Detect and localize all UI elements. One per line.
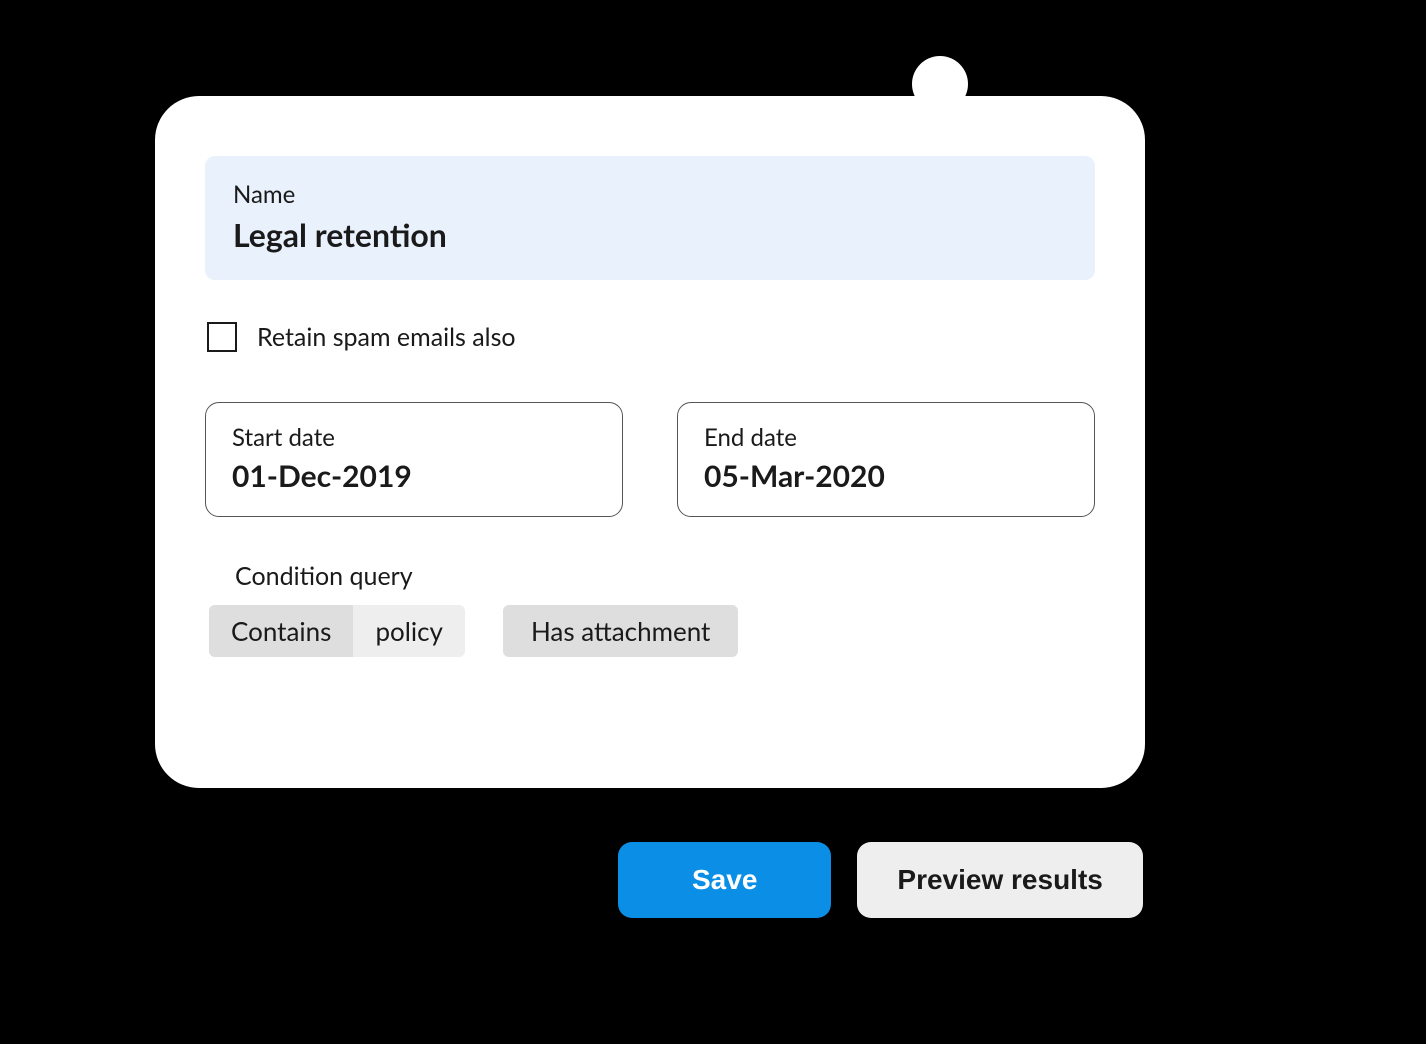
retain-spam-checkbox[interactable] xyxy=(207,322,237,352)
chip-value: policy xyxy=(353,605,465,657)
start-date-field[interactable]: Start date 01-Dec-2019 xyxy=(205,402,623,517)
condition-label: Condition query xyxy=(235,561,1095,591)
start-date-label: Start date xyxy=(232,423,596,452)
condition-chips-row: Contains policy Has attachment xyxy=(209,605,1095,657)
name-field-label: Name xyxy=(233,180,1067,209)
condition-section: Condition query Contains policy Has atta… xyxy=(209,561,1095,657)
start-date-value: 01-Dec-2019 xyxy=(232,458,596,494)
end-date-label: End date xyxy=(704,423,1068,452)
name-field[interactable]: Name Legal retention xyxy=(205,156,1095,280)
retain-spam-label: Retain spam emails also xyxy=(257,322,516,352)
retain-spam-row: Retain spam emails also xyxy=(207,322,1095,352)
end-date-field[interactable]: End date 05-Mar-2020 xyxy=(677,402,1095,517)
chip-operator: Contains xyxy=(209,605,353,657)
condition-chip-contains[interactable]: Contains policy xyxy=(209,605,465,657)
preview-results-button[interactable]: Preview results xyxy=(857,842,1142,918)
retention-form-card: Name Legal retention Retain spam emails … xyxy=(155,96,1145,788)
condition-chip-attachment[interactable]: Has attachment xyxy=(503,605,738,657)
name-field-value: Legal retention xyxy=(233,215,1067,254)
end-date-value: 05-Mar-2020 xyxy=(704,458,1068,494)
save-button[interactable]: Save xyxy=(618,842,831,918)
date-row: Start date 01-Dec-2019 End date 05-Mar-2… xyxy=(205,402,1095,517)
action-button-row: Save Preview results xyxy=(618,842,1143,918)
